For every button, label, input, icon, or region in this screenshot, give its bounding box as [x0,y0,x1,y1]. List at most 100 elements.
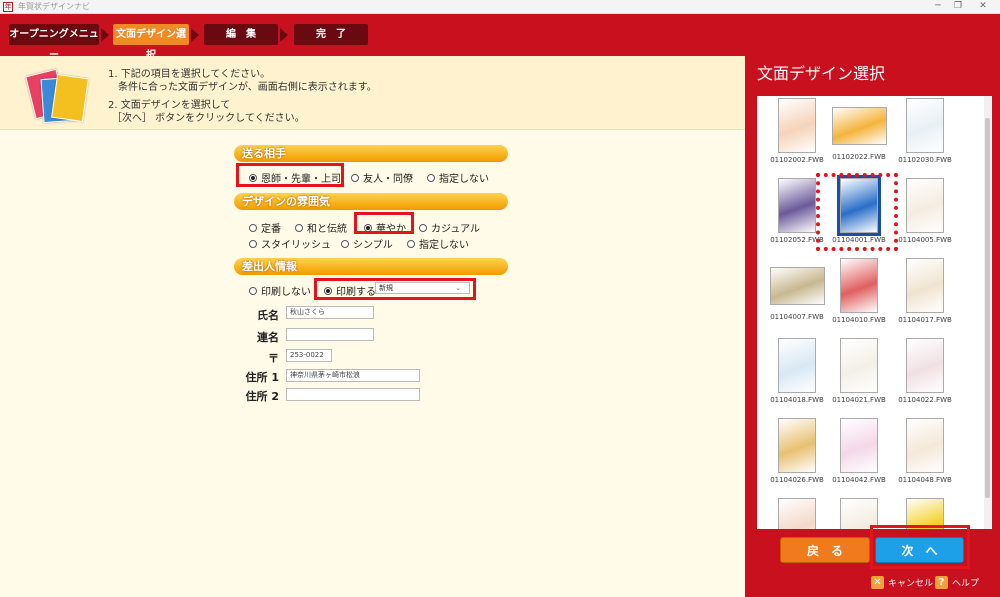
design-thumbnail[interactable]: 01102002.FWB [767,98,827,164]
help-link[interactable]: ? ヘルプ [935,576,979,589]
design-preview-image [906,98,944,153]
highlight-box [314,278,476,300]
title-bar: 年 年賀状デザインナビ ─ ❐ ✕ [0,0,1000,14]
instruction-line-1: 1. 下記の項目を選択してください。 [108,69,271,80]
highlight-box [870,525,970,569]
recipient-section-title: 送る相手 [234,145,508,162]
instruction-line-4: ［次へ］ ボタンをクリックしてください。 [112,113,305,124]
design-preview-image [840,418,878,473]
minimize-button[interactable]: ─ [930,1,946,11]
app-title: 年賀状デザインナビ [18,2,90,11]
design-preview-image [831,107,887,145]
step-opening-menu[interactable]: オープニングメニュー [9,24,99,61]
postal-label: 〒 [268,352,279,365]
design-thumbnail[interactable]: 01104018.FWB [767,338,827,404]
design-thumbnail[interactable]: 01102030.FWB [895,98,955,164]
selection-highlight [816,173,898,251]
design-filename: 01104017.FWB [898,316,952,324]
design-thumbnail[interactable]: 01104007.FWB [767,258,827,321]
step-complete[interactable]: 完 了 [294,24,368,45]
design-thumbnail[interactable]: 01104048.FWB [895,418,955,484]
close-button[interactable]: ✕ [975,1,991,11]
mood-section-title: デザインの雰囲気 [234,193,508,210]
radio-mood-simple[interactable]: シンプル [341,236,393,251]
cancel-link[interactable]: ✕ キャンセル [871,576,933,589]
radio-dot-icon [419,223,427,232]
radio-mood-casual[interactable]: カジュアル [419,220,480,235]
design-filename: 01104010.FWB [832,316,886,324]
radio-dot-icon [341,239,349,248]
back-button[interactable]: 戻 る [780,537,870,563]
radio-recipient-friend[interactable]: 友人・同僚 [351,170,413,185]
design-thumbnail[interactable]: 01104017.FWB [895,258,955,324]
joint-name-label: 連名 [257,331,279,344]
design-thumbnail[interactable]: 01104042.FWB [829,418,889,484]
design-thumbnail[interactable]: 01104005.FWB [895,178,955,244]
design-filename: 01104007.FWB [770,313,824,321]
design-filename: 01104026.FWB [770,476,824,484]
step-arrow-icon [280,28,288,42]
instruction-panel: 1. 下記の項目を選択してください。 条件に合った文面デザインが、画面右側に表示… [0,56,745,130]
radio-dot-icon [295,223,303,232]
design-panel: 文面デザイン選択 01102002.FWB 01102022.FWB 0110203… [745,56,1000,597]
radio-mood-none[interactable]: 指定しない [407,236,469,251]
design-preview-image [840,258,878,313]
design-filename: 01102030.FWB [898,156,952,164]
sender-section-title: 差出人情報 [234,258,508,275]
radio-dot-icon [427,173,435,182]
design-filename: 01102022.FWB [832,153,886,161]
radio-recipient-none[interactable]: 指定しない [427,170,489,185]
radio-dot-icon [249,239,257,248]
address2-field[interactable] [286,388,420,401]
design-preview-image [840,338,878,393]
restore-button[interactable]: ❐ [950,1,966,11]
design-preview-image [778,338,816,393]
design-filename: 01104005.FWB [898,236,952,244]
design-thumbnail[interactable]: 01104022.FWB [895,338,955,404]
radio-mood-standard[interactable]: 定番 [249,220,281,235]
postal-field[interactable]: 253-0022 [286,349,332,362]
radio-dot-icon [407,239,415,248]
design-preview-image [906,178,944,233]
design-filename: 01104042.FWB [832,476,886,484]
radio-mood-stylish[interactable]: スタイリッシュ [249,236,331,251]
design-filename: 01102002.FWB [770,156,824,164]
step-design-select[interactable]: 文面デザイン選択 [113,24,189,61]
step-arrow-icon [101,28,109,42]
name-field[interactable]: 秋山さくら [286,306,374,319]
radio-dot-icon [249,223,257,232]
design-preview-image [769,267,825,305]
scrollbar-knob[interactable] [985,118,990,498]
radio-no-print[interactable]: 印刷しない [249,283,311,298]
close-icon: ✕ [871,576,884,589]
step-edit[interactable]: 編 集 [204,24,278,45]
design-preview-image [778,98,816,153]
gallery-scrollbar[interactable] [984,96,991,529]
design-thumbnail[interactable]: 01104010.FWB [829,258,889,324]
design-preview-image [906,418,944,473]
address1-label: 住所 1 [245,371,279,384]
design-preview-image [778,498,816,529]
design-thumbnail[interactable]: 01104021.FWB [829,338,889,404]
design-preview-image [778,418,816,473]
design-filename: 01104021.FWB [832,396,886,404]
design-preview-image [906,258,944,313]
step-bar: オープニングメニュー 文面デザイン選択 編 集 完 了 [0,14,1000,61]
design-preview-image [906,338,944,393]
radio-mood-japanese[interactable]: 和と伝統 [295,220,347,235]
instruction-line-2: 条件に合った文面デザインが、画面右側に表示されます。 [118,82,377,93]
design-thumbnail[interactable]: 01104026.FWB [767,418,827,484]
joint-name-field[interactable] [286,328,374,341]
instruction-line-3: 2. 文面デザインを選択して [108,100,231,111]
address1-field[interactable]: 神奈川県茅ヶ崎市松浪 [286,369,420,382]
design-gallery[interactable]: 01102002.FWB 01102022.FWB 01102030.FWB 0110… [757,96,992,529]
design-thumbnail[interactable]: 01102022.FWB [829,98,889,161]
settings-pane: 1. 下記の項目を選択してください。 条件に合った文面デザインが、画面右側に表示… [0,56,745,597]
design-filename: 01104022.FWB [898,396,952,404]
design-thumbnail[interactable] [767,498,827,529]
app-icon: 年 [3,2,13,12]
highlight-box [236,163,344,187]
step-arrow-icon [191,28,199,42]
design-preview-image [778,178,816,233]
highlight-box [354,212,414,234]
